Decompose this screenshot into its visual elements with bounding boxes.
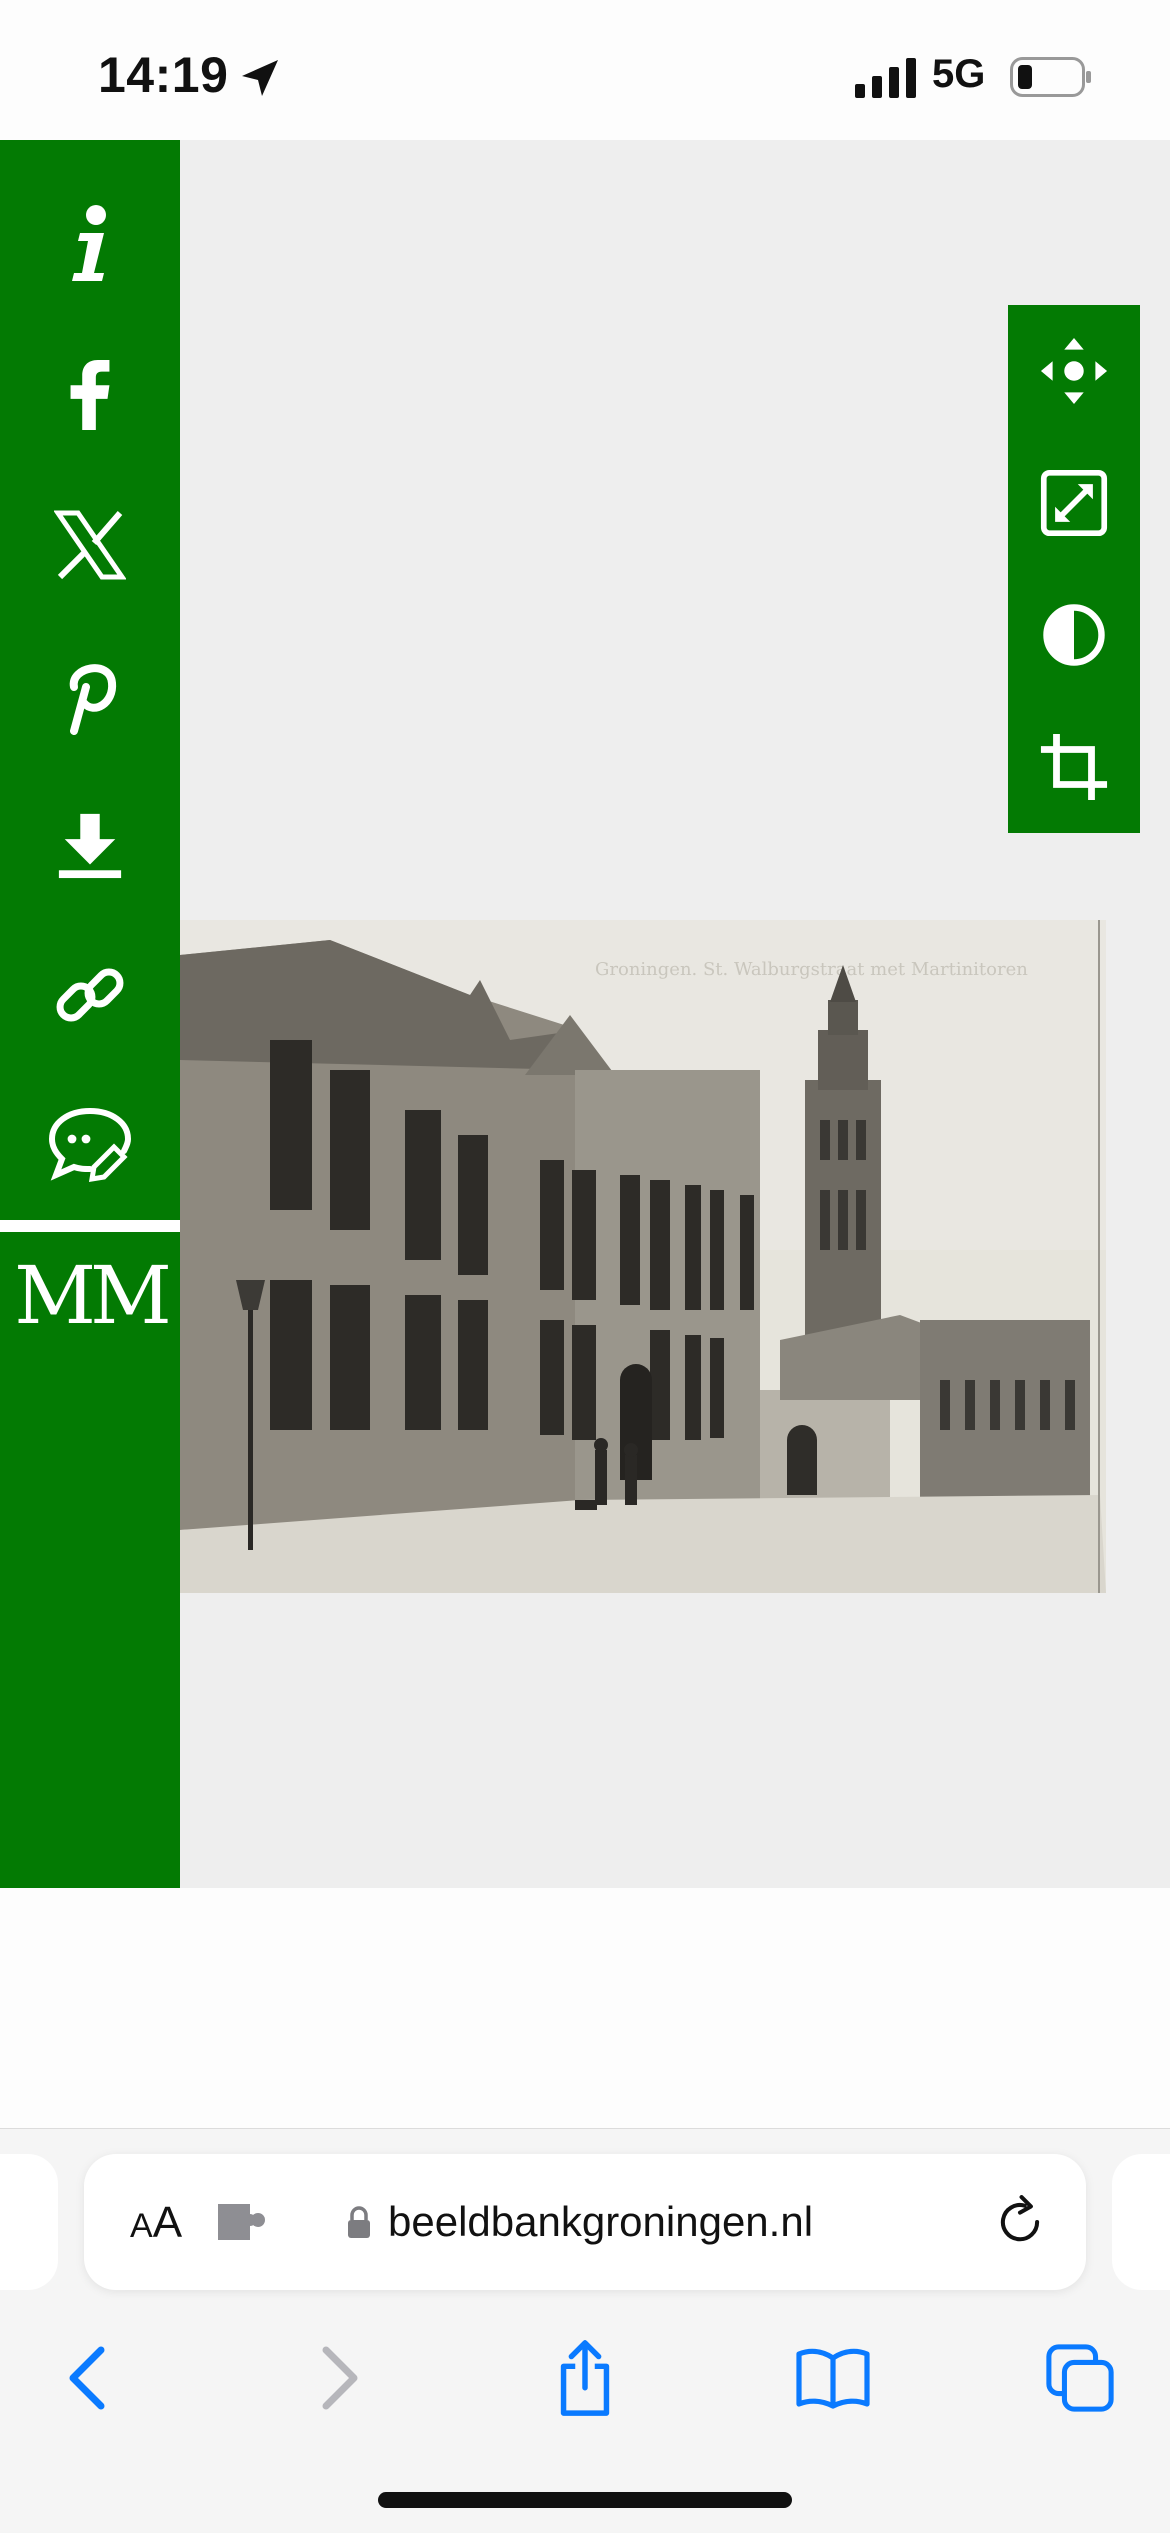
bookmarks-icon [796,2348,870,2409]
pinterest-icon [69,664,117,735]
viewer-tools [1008,305,1140,833]
share-icon [560,2340,610,2416]
logo-text: MM [14,1248,172,1342]
back-icon [69,2346,105,2410]
facebook-share-button[interactable] [0,325,180,465]
x-share-button[interactable] [0,475,180,615]
crop-button[interactable] [1008,701,1140,833]
page-blank-area [0,1888,1170,2128]
next-tab-pill[interactable] [1112,2154,1170,2290]
historic-street-photo[interactable]: Groningen. St. Walburgstraat met Martini… [180,920,1106,1593]
previous-tab-pill[interactable] [0,2154,58,2290]
comment-edit-icon [48,1108,132,1183]
bookmarks-button[interactable] [778,2323,888,2433]
forward-button[interactable] [285,2323,395,2433]
expand-icon [1040,469,1108,537]
url-text: beeldbankgroningen.nl [388,2198,814,2245]
photo-caption: Groningen. St. Walburgstraat met Martini… [595,959,1028,980]
home-indicator[interactable] [378,2492,792,2508]
photo-illustration: Groningen. St. Walburgstraat met Martini… [180,920,1106,1593]
crop-icon [1040,733,1108,801]
network-type: 5G [932,52,986,96]
contrast-icon [1043,604,1105,666]
lock-icon [348,2206,370,2238]
fullscreen-button[interactable] [1008,437,1140,569]
browser-toolbar: AA beeldbankgroningen.nl [0,2128,1170,2533]
extension-puzzle-icon[interactable] [214,2200,268,2244]
info-button[interactable] [0,175,180,315]
signal-bars-icon [855,58,916,98]
x-logo-icon [54,510,126,580]
facebook-icon [70,360,110,430]
move-arrows-icon [1040,337,1108,405]
copy-link-button[interactable] [0,925,180,1065]
text-size-button[interactable]: AA [130,2198,182,2248]
tabs-icon [1046,2344,1114,2412]
forward-icon [322,2346,358,2410]
address-bar[interactable]: AA beeldbankgroningen.nl [84,2154,1086,2290]
share-button[interactable] [530,2323,640,2433]
museum-logo[interactable]: MM [0,1240,180,1350]
move-button[interactable] [1008,305,1140,437]
battery-icon [1010,57,1091,97]
status-bar: 14:19 5G [0,0,1170,140]
tabs-button[interactable] [1025,2323,1135,2433]
comment-button[interactable] [0,1075,180,1215]
image-viewer: MM Groningen. St. Walburgstraat met Mart… [0,140,1170,1888]
contrast-button[interactable] [1008,569,1140,701]
back-button[interactable] [32,2323,142,2433]
share-sidebar: MM [0,140,180,1888]
download-icon [58,813,122,879]
reload-icon[interactable] [992,2194,1048,2250]
status-time: 14:19 [98,47,229,103]
browser-nav-row [0,2323,1170,2433]
info-icon [72,205,106,281]
sidebar-divider [0,1220,180,1232]
download-button[interactable] [0,775,180,915]
link-icon [56,968,124,1022]
location-arrow-icon [242,60,278,96]
pinterest-share-button[interactable] [0,625,180,765]
